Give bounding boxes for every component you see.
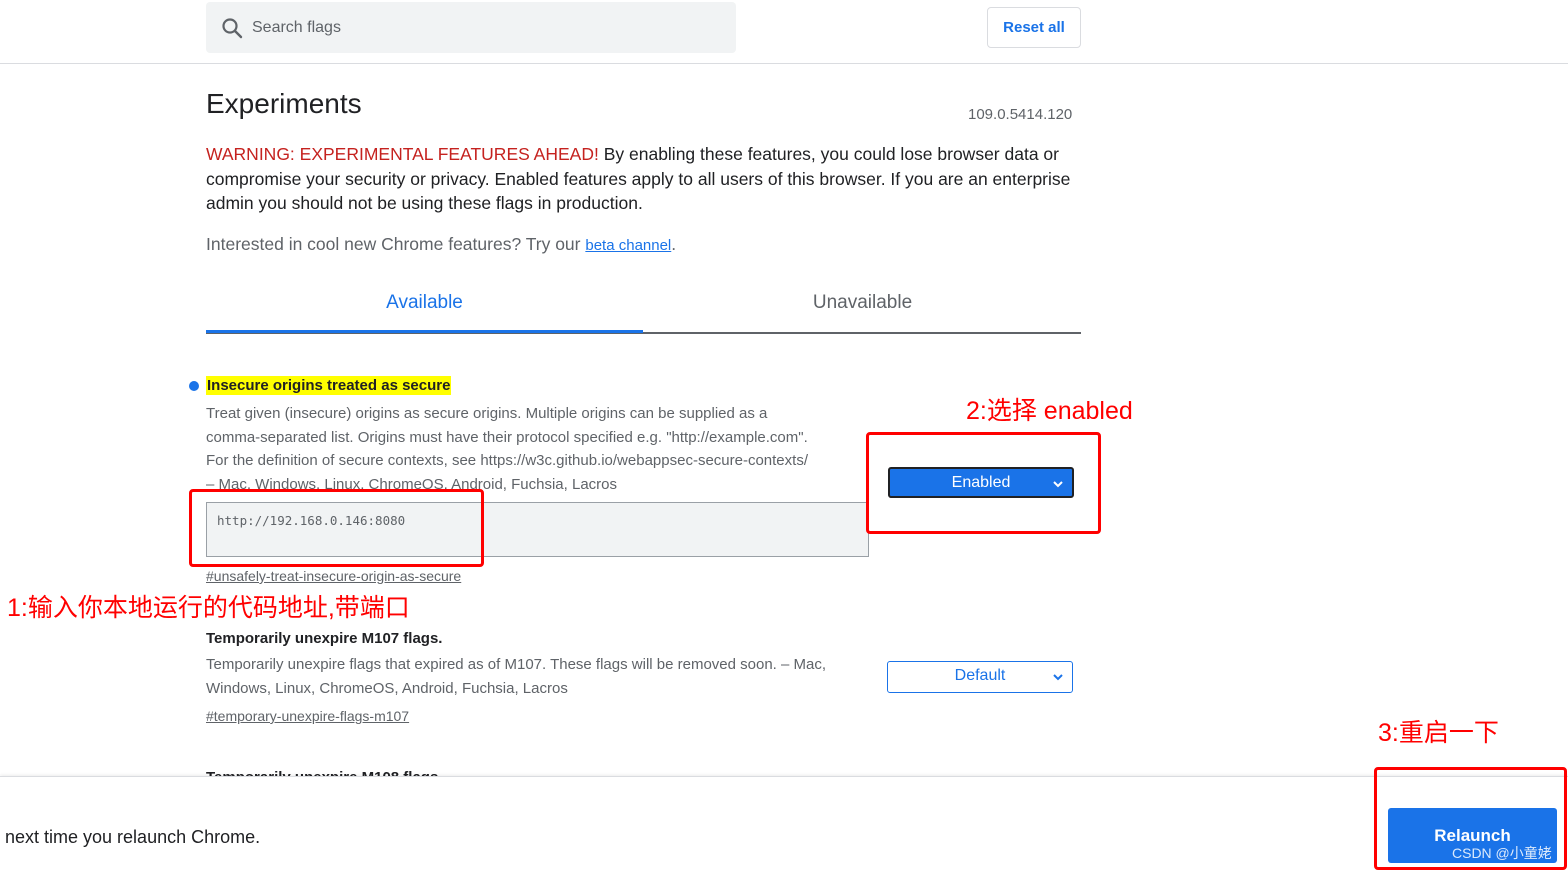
select-value: Default (954, 667, 1006, 684)
relaunch-message: next time you relaunch Chrome. (5, 827, 261, 847)
annotation-box-step3 (1374, 767, 1567, 870)
warning-text: WARNING: EXPERIMENTAL FEATURES AHEAD! By… (206, 142, 1086, 216)
flag-description-insecure-origins: Treat given (insecure) origins as secure… (206, 402, 871, 496)
flag-title-insecure-origins: Insecure origins treated as secure (206, 376, 452, 395)
flag-select-unexpire-m107[interactable]: Default (887, 661, 1073, 693)
flag-title-unexpire-m107: Temporarily unexpire M107 flags. (206, 630, 443, 647)
flag-desc-line: Treat given (insecure) origins as secure… (206, 405, 768, 422)
tab-unavailable[interactable]: Unavailable (644, 280, 1081, 330)
annotation-box-step2 (866, 432, 1101, 534)
warning-heading: WARNING: EXPERIMENTAL FEATURES AHEAD! (206, 144, 599, 164)
tab-available[interactable]: Available (206, 280, 643, 333)
modified-indicator-dot (189, 381, 199, 391)
flag-desc-line: comma-separated list. Origins must have … (206, 428, 808, 446)
beta-channel-link[interactable]: beta channel (585, 237, 671, 254)
interest-text: Interested in cool new Chrome features? … (206, 234, 676, 255)
reset-all-button[interactable]: Reset all (987, 7, 1081, 48)
top-bar: Reset all (0, 0, 1568, 64)
chevron-down-icon (1053, 674, 1063, 681)
flag-link-unexpire-m107[interactable]: #temporary-unexpire-flags-m107 (206, 708, 409, 724)
flag-description-unexpire-m107: Temporarily unexpire flags that expired … (206, 656, 827, 697)
annotation-step1: 1:输入你本地运行的代码地址,带端口 (7, 594, 410, 622)
version-label: 109.0.5414.120 (968, 106, 1073, 123)
annotation-box-step1 (189, 489, 484, 567)
interest-end: . (671, 234, 677, 254)
interest-label: Interested in cool new Chrome features? … (206, 234, 586, 254)
flag-link-insecure-origins[interactable]: #unsafely-treat-insecure-origin-as-secur… (206, 568, 461, 584)
page-title: Experiments (206, 88, 362, 119)
flag-desc-line: For the definition of secure contexts, s… (206, 452, 808, 470)
annotation-step3: 3:重启一下 (1378, 719, 1499, 747)
annotation-step2: 2:选择 enabled (966, 397, 1133, 425)
tab-bar: Available Unavailable (206, 280, 1081, 334)
search-input[interactable] (252, 2, 722, 53)
search-icon (222, 18, 243, 39)
search-box[interactable] (206, 2, 736, 53)
relaunch-bar: next time you relaunch Chrome. Relaunch (0, 776, 1568, 871)
